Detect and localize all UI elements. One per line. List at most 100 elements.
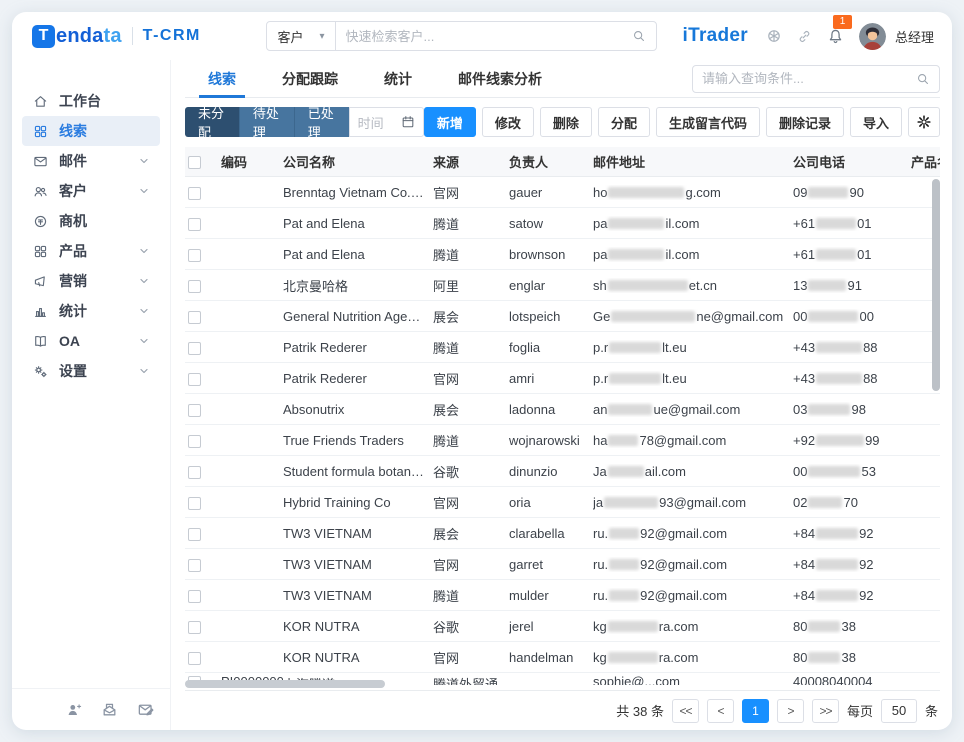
avatar[interactable] bbox=[859, 23, 886, 50]
horizontal-scrollbar-thumb[interactable] bbox=[185, 680, 385, 688]
bell-icon[interactable]: 1 bbox=[827, 28, 844, 45]
row-checkbox[interactable] bbox=[188, 311, 201, 324]
edit-button[interactable]: 修改 bbox=[482, 107, 534, 137]
table-row[interactable]: KOR NUTRA官网handelmankgra.com8038 bbox=[185, 642, 940, 673]
phone-suffix: 53 bbox=[861, 464, 875, 479]
per-page-label: 每页 bbox=[847, 701, 873, 720]
link-icon[interactable] bbox=[797, 29, 812, 44]
brand-rest: enda bbox=[56, 25, 103, 47]
table-body: Brenntag Vietnam Co. LTD官网gauerhog.com09… bbox=[185, 177, 940, 685]
next-page-button[interactable]: > bbox=[777, 699, 804, 723]
row-select-cell bbox=[185, 308, 221, 323]
sidebar-item-marketing[interactable]: 营销 bbox=[22, 266, 160, 296]
segment-processed[interactable]: 已处理 bbox=[294, 107, 349, 137]
app-logo[interactable]: T endata T-CRM bbox=[32, 25, 201, 48]
search-icon[interactable] bbox=[632, 29, 646, 43]
delete-button[interactable]: 删除 bbox=[540, 107, 592, 137]
compose-mail-icon[interactable] bbox=[137, 701, 154, 718]
per-page-input[interactable] bbox=[881, 699, 917, 723]
inbox-mail-icon[interactable] bbox=[101, 701, 118, 718]
sidebar-item-customers[interactable]: 客户 bbox=[22, 176, 160, 206]
row-checkbox[interactable] bbox=[188, 404, 201, 417]
query-search-input[interactable] bbox=[702, 71, 916, 86]
contact-add-icon[interactable] bbox=[66, 702, 82, 718]
table-row[interactable]: 北京曼哈格阿里englarshet.cn1391 bbox=[185, 270, 940, 301]
row-checkbox[interactable] bbox=[188, 249, 201, 262]
ai-assistant-icon[interactable] bbox=[766, 28, 782, 44]
segment-pending[interactable]: 待处理 bbox=[239, 107, 294, 137]
table-row[interactable]: Student formula botanica谷歌dinunzioJaail.… bbox=[185, 456, 940, 487]
vertical-scrollbar-thumb[interactable] bbox=[932, 179, 940, 391]
segment-unassigned[interactable]: 未分配 bbox=[185, 107, 239, 137]
search-category-select[interactable]: 客户 ▾ bbox=[266, 21, 335, 51]
table-row[interactable]: Hybrid Training Co官网oriaja93@gmail.com02… bbox=[185, 487, 940, 518]
sidebar-item-workbench[interactable]: 工作台 bbox=[22, 86, 160, 116]
table-row[interactable]: TW3 VIETNAM展会clarabellaru.92@gmail.com+8… bbox=[185, 518, 940, 549]
assign-button[interactable]: 分配 bbox=[598, 107, 650, 137]
add-button[interactable]: 新增 bbox=[424, 107, 476, 137]
row-checkbox[interactable] bbox=[188, 528, 201, 541]
row-checkbox[interactable] bbox=[188, 652, 201, 665]
table-row[interactable]: KOR NUTRA谷歌jerelkgra.com8038 bbox=[185, 611, 940, 642]
current-page-button[interactable]: 1 bbox=[742, 699, 769, 723]
delete-records-button[interactable]: 删除记录 bbox=[766, 107, 844, 137]
phone-prefix: +84 bbox=[793, 557, 815, 572]
row-checkbox[interactable] bbox=[188, 373, 201, 386]
sidebar-item-leads[interactable]: 线索 bbox=[22, 116, 160, 146]
sidebar-item-label: 产品 bbox=[59, 241, 87, 261]
table-row[interactable]: TW3 VIETNAM官网garretru.92@gmail.com+8492 bbox=[185, 549, 940, 580]
table-row[interactable]: Pat and Elena腾道satowpail.com+6101 bbox=[185, 208, 940, 239]
email-suffix: ail.com bbox=[645, 464, 686, 479]
date-filter-input[interactable]: 时间 bbox=[349, 107, 424, 137]
table-row[interactable]: Patrik Rederer官网amrip.rlt.eu+4388 bbox=[185, 363, 940, 394]
itrader-logo[interactable]: iTrader bbox=[683, 25, 748, 47]
row-checkbox[interactable] bbox=[188, 559, 201, 572]
generate-message-code-button[interactable]: 生成留言代码 bbox=[656, 107, 760, 137]
cell-email: pail.com bbox=[593, 216, 793, 231]
tab-leads[interactable]: 线索 bbox=[185, 60, 259, 97]
phone-suffix: 91 bbox=[847, 278, 861, 293]
sidebar-item-opportunities[interactable]: 商机 bbox=[22, 206, 160, 236]
email-prefix: ru. bbox=[593, 557, 608, 572]
row-checkbox[interactable] bbox=[188, 435, 201, 448]
row-checkbox[interactable] bbox=[188, 187, 201, 200]
table-row[interactable]: TW3 VIETNAM腾道mulderru.92@gmail.com+8492 bbox=[185, 580, 940, 611]
cell-company: TW3 VIETNAM bbox=[283, 588, 433, 603]
sidebar-item-settings[interactable]: 设置 bbox=[22, 356, 160, 386]
prev-page-button[interactable]: < bbox=[707, 699, 734, 723]
select-all-checkbox[interactable] bbox=[188, 156, 201, 169]
tab-statistics[interactable]: 统计 bbox=[361, 60, 435, 97]
table-row[interactable]: Brenntag Vietnam Co. LTD官网gauerhog.com09… bbox=[185, 177, 940, 208]
row-checkbox[interactable] bbox=[188, 497, 201, 510]
row-checkbox[interactable] bbox=[188, 621, 201, 634]
cell-company: Student formula botanica bbox=[283, 464, 433, 479]
cell-email: ru.92@gmail.com bbox=[593, 526, 793, 541]
sidebar-item-products[interactable]: 产品 bbox=[22, 236, 160, 266]
row-checkbox[interactable] bbox=[188, 466, 201, 479]
email-suffix: 92@gmail.com bbox=[640, 557, 727, 572]
import-button[interactable]: 导入 bbox=[850, 107, 902, 137]
last-page-button[interactable]: >> bbox=[812, 699, 839, 723]
grid-icon bbox=[33, 244, 48, 259]
tab-assignment-tracking[interactable]: 分配跟踪 bbox=[259, 60, 361, 97]
sidebar-item-oa[interactable]: OA bbox=[22, 326, 160, 356]
first-page-button[interactable]: << bbox=[672, 699, 699, 723]
quick-search-input[interactable] bbox=[346, 29, 632, 44]
redacted-blur bbox=[808, 187, 848, 198]
row-checkbox[interactable] bbox=[188, 218, 201, 231]
table-settings-gear-button[interactable] bbox=[908, 107, 940, 137]
table-row[interactable]: Absonutrix展会ladonnaanue@gmail.com0398 bbox=[185, 394, 940, 425]
table-row[interactable]: Pat and Elena腾道brownsonpail.com+6101 bbox=[185, 239, 940, 270]
table-row[interactable]: General Nutrition Agency ...展会lotspeichG… bbox=[185, 301, 940, 332]
row-select-cell bbox=[185, 246, 221, 261]
row-checkbox[interactable] bbox=[188, 342, 201, 355]
row-checkbox[interactable] bbox=[188, 590, 201, 603]
logo-mark-icon: T bbox=[32, 25, 55, 48]
table-row[interactable]: True Friends Traders腾道wojnarowskiha78@gm… bbox=[185, 425, 940, 456]
table-row[interactable]: Patrik Rederer腾道fogliap.rlt.eu+4388 bbox=[185, 332, 940, 363]
sidebar-item-mail[interactable]: 邮件 bbox=[22, 146, 160, 176]
search-icon[interactable] bbox=[916, 72, 930, 86]
row-checkbox[interactable] bbox=[188, 280, 201, 293]
sidebar-item-statistics[interactable]: 统计 bbox=[22, 296, 160, 326]
tab-email-lead-analysis[interactable]: 邮件线索分析 bbox=[435, 60, 565, 97]
